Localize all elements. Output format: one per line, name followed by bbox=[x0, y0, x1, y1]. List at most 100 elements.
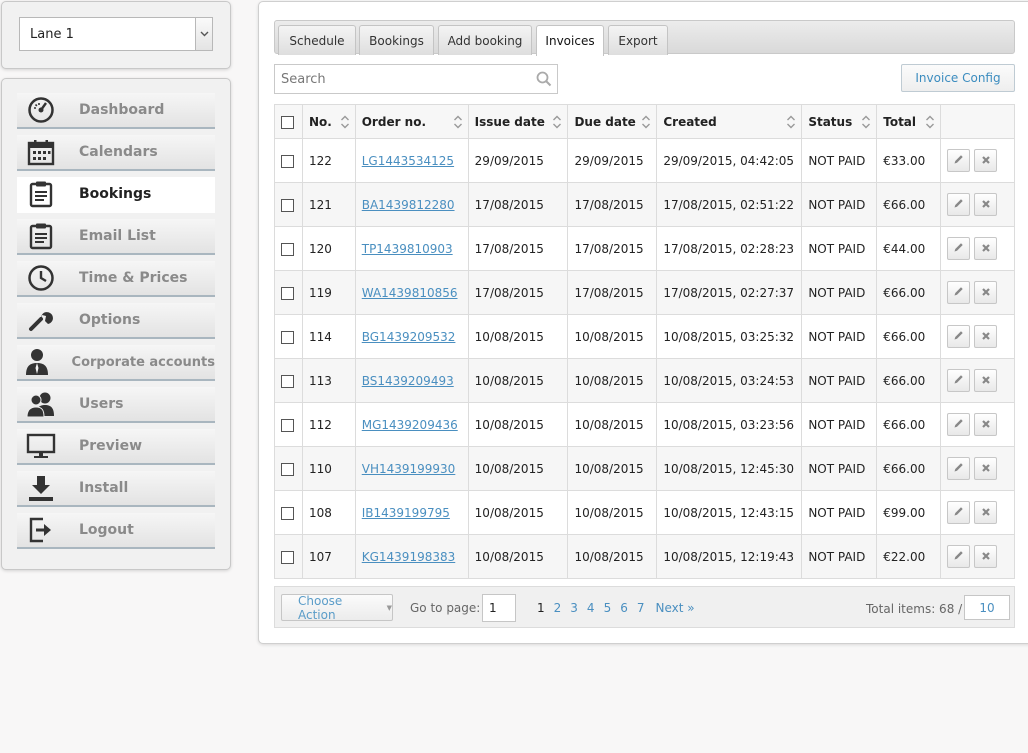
row-checkbox[interactable] bbox=[281, 506, 294, 520]
delete-button[interactable] bbox=[974, 457, 998, 480]
sort-icon[interactable] bbox=[641, 115, 651, 129]
delete-button[interactable] bbox=[974, 149, 998, 172]
edit-button[interactable] bbox=[947, 193, 971, 216]
order-link[interactable]: BG1439209532 bbox=[362, 330, 456, 344]
tab-add-booking[interactable]: Add booking bbox=[438, 25, 532, 55]
column-header-issue-date[interactable]: Issue date bbox=[467, 104, 569, 139]
lane-select[interactable]: Lane 1 bbox=[19, 17, 213, 51]
edit-button[interactable] bbox=[947, 369, 971, 392]
chevron-down-icon[interactable] bbox=[195, 18, 212, 50]
tab-schedule[interactable]: Schedule bbox=[278, 25, 356, 55]
sidebar-item-time-prices[interactable]: Time & Prices bbox=[17, 261, 215, 297]
search-icon[interactable] bbox=[531, 71, 557, 87]
delete-button[interactable] bbox=[974, 413, 998, 436]
goto-page-input[interactable] bbox=[482, 594, 516, 622]
row-checkbox[interactable] bbox=[281, 154, 294, 168]
delete-button[interactable] bbox=[974, 325, 998, 348]
per-page-select[interactable]: 10 bbox=[964, 595, 1010, 620]
row-checkbox[interactable] bbox=[281, 374, 294, 388]
order-link[interactable]: TP1439810903 bbox=[362, 242, 453, 256]
page-link-3[interactable]: 3 bbox=[570, 601, 578, 615]
sidebar-item-users[interactable]: Users bbox=[17, 387, 215, 423]
sidebar-item-preview[interactable]: Preview bbox=[17, 429, 215, 465]
edit-button[interactable] bbox=[947, 237, 971, 260]
page-link-6[interactable]: 6 bbox=[620, 601, 628, 615]
row-checkbox[interactable] bbox=[281, 198, 294, 212]
cell-due-date: 10/08/2015 bbox=[567, 402, 658, 447]
sort-icon[interactable] bbox=[340, 115, 350, 129]
sort-icon[interactable] bbox=[453, 115, 463, 129]
edit-button[interactable] bbox=[947, 281, 971, 304]
sidebar-item-options[interactable]: Options bbox=[17, 303, 215, 339]
sidebar-item-dashboard[interactable]: Dashboard bbox=[17, 93, 215, 129]
column-header-no[interactable]: No. bbox=[301, 104, 356, 139]
delete-button[interactable] bbox=[974, 281, 998, 304]
edit-button[interactable] bbox=[947, 413, 971, 436]
delete-button[interactable] bbox=[974, 501, 998, 524]
edit-button[interactable] bbox=[947, 545, 971, 568]
column-header-created[interactable]: Created bbox=[656, 104, 803, 139]
column-header-status[interactable]: Status bbox=[801, 104, 878, 139]
cell-no: 120 bbox=[301, 226, 356, 271]
cell-created: 10/08/2015, 12:45:30 bbox=[656, 446, 803, 491]
wrench-icon bbox=[17, 302, 65, 338]
invoice-config-button[interactable]: Invoice Config bbox=[901, 64, 1015, 92]
sidebar-item-label: Dashboard bbox=[79, 102, 165, 118]
sort-icon[interactable] bbox=[861, 115, 871, 129]
page-link-5[interactable]: 5 bbox=[604, 601, 612, 615]
order-link[interactable]: IB1439199795 bbox=[362, 506, 450, 520]
column-header-due-date[interactable]: Due date bbox=[567, 104, 658, 139]
sidebar-item-email-list[interactable]: Email List bbox=[17, 219, 215, 255]
delete-button[interactable] bbox=[974, 369, 998, 392]
sidebar-item-bookings[interactable]: Bookings bbox=[17, 177, 215, 213]
edit-button[interactable] bbox=[947, 457, 971, 480]
order-link[interactable]: BS1439209493 bbox=[362, 374, 454, 388]
column-header-total[interactable]: Total bbox=[876, 104, 942, 139]
delete-button[interactable] bbox=[974, 237, 998, 260]
next-page-link[interactable]: Next » bbox=[655, 601, 694, 615]
delete-button[interactable] bbox=[974, 545, 998, 568]
sort-icon[interactable] bbox=[786, 115, 796, 129]
sidebar-item-logout[interactable]: Logout bbox=[17, 513, 215, 549]
row-checkbox[interactable] bbox=[281, 462, 294, 476]
order-link[interactable]: KG1439198383 bbox=[362, 550, 456, 564]
cell-total: €44.00 bbox=[876, 226, 942, 271]
sidebar-item-install[interactable]: Install bbox=[17, 471, 215, 507]
sidebar-item-label: Preview bbox=[79, 438, 143, 454]
order-link[interactable]: VH1439199930 bbox=[362, 462, 456, 476]
cell-created: 10/08/2015, 03:24:53 bbox=[656, 358, 803, 403]
order-link[interactable]: WA1439810856 bbox=[362, 286, 458, 300]
column-header-order-no[interactable]: Order no. bbox=[354, 104, 469, 139]
order-link[interactable]: MG1439209436 bbox=[362, 418, 458, 432]
search-input[interactable] bbox=[275, 65, 531, 93]
row-checkbox[interactable] bbox=[281, 242, 294, 256]
choose-action-dropdown[interactable]: Choose Action ▼ bbox=[281, 594, 393, 622]
row-checkbox[interactable] bbox=[281, 330, 294, 344]
tab-invoices[interactable]: Invoices bbox=[536, 25, 604, 56]
tab-export[interactable]: Export bbox=[608, 25, 668, 55]
invoices-table-body: 122 LG1443534125 29/09/2015 29/09/2015 29/09… bbox=[274, 138, 1015, 579]
table-row: 121 BA1439812280 17/08/2015 17/08/2015 17/08… bbox=[274, 182, 1015, 227]
edit-button[interactable] bbox=[947, 325, 971, 348]
sort-icon[interactable] bbox=[552, 115, 562, 129]
edit-button[interactable] bbox=[947, 149, 971, 172]
page-link-4[interactable]: 4 bbox=[587, 601, 595, 615]
page-link-7[interactable]: 7 bbox=[637, 601, 645, 615]
pencil-icon bbox=[953, 330, 964, 344]
select-all-checkbox[interactable] bbox=[281, 115, 294, 129]
sidebar-item-corporate-accounts[interactable]: Corporate accounts bbox=[17, 345, 215, 381]
table-row: 110 VH1439199930 10/08/2015 10/08/2015 10/08… bbox=[274, 446, 1015, 491]
order-link[interactable]: LG1443534125 bbox=[362, 154, 454, 168]
tab-bookings[interactable]: Bookings bbox=[359, 25, 434, 55]
edit-button[interactable] bbox=[947, 501, 971, 524]
sidebar-item-calendars[interactable]: Calendars bbox=[17, 135, 215, 171]
row-checkbox[interactable] bbox=[281, 286, 294, 300]
delete-button[interactable] bbox=[974, 193, 998, 216]
page-link-2[interactable]: 2 bbox=[554, 601, 562, 615]
pagination: 1 2 3 4 5 6 7 Next » bbox=[537, 601, 704, 615]
cell-issue-date: 10/08/2015 bbox=[467, 534, 569, 579]
row-checkbox[interactable] bbox=[281, 550, 294, 564]
sort-icon[interactable] bbox=[925, 115, 935, 129]
row-checkbox[interactable] bbox=[281, 418, 294, 432]
order-link[interactable]: BA1439812280 bbox=[362, 198, 455, 212]
